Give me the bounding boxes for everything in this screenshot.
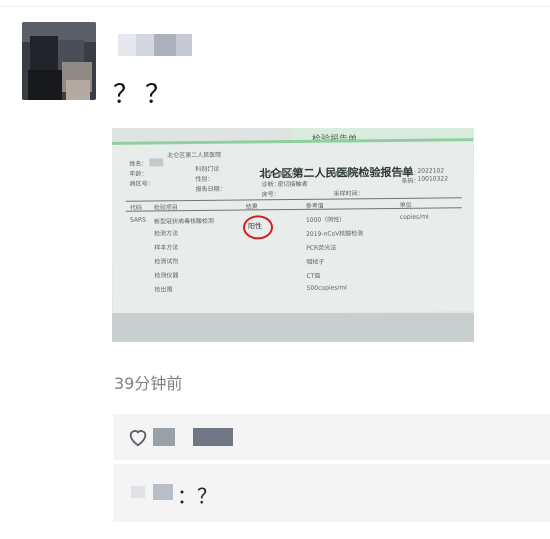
field-ward-label: 病区号：: [129, 180, 154, 188]
detail-value-2: PCR荧光法: [306, 244, 337, 252]
field-dept-value: 门诊: [207, 165, 220, 173]
detail-label-1: 检测方法: [154, 230, 179, 238]
heart-outline-icon[interactable]: [127, 426, 149, 448]
liker-name-blurred-2[interactable]: [193, 428, 233, 446]
row-unit: copies/ml: [399, 213, 429, 221]
detail-value-5: 500copies/ml: [306, 284, 347, 292]
lab-report-sheet: 北仑区第二人民医院 北仑区第二人民医院检验报告单 姓名： 年龄： 病区号： 科别…: [112, 138, 474, 315]
likes-panel: [113, 414, 550, 460]
commenter-name-blurred-1[interactable]: [131, 486, 145, 498]
detail-label-4: 检测仪器: [154, 272, 179, 280]
comment-text: ：？: [177, 484, 217, 508]
field-bed-label: 床号：: [261, 191, 280, 199]
field-diagnosis-value: 密切接触者: [277, 180, 308, 189]
report-header-left: 北仑区第二人民医院: [167, 151, 222, 160]
detail-label-3: 检测试剂: [154, 258, 179, 266]
divider: [0, 6, 550, 7]
photo-bottom-shadow: [112, 313, 474, 342]
post-photo[interactable]: 检验报告单 北仑区第二人民医院 北仑区第二人民医院检验报告单 姓名： 年龄： 病…: [112, 128, 474, 342]
detail-label-2: 样本方法: [154, 244, 179, 252]
field-report-date-label: 报告日期：: [195, 185, 226, 194]
patient-name-blur: [149, 158, 164, 167]
field-doctor-label: 申请医生：: [333, 170, 364, 178]
field-name-label: 姓名：: [129, 160, 148, 168]
field-sample-time-label: 采样时间：: [333, 190, 364, 198]
post-text: ？？: [113, 80, 178, 110]
moments-post: ？？ 检验报告单 北仑区第二人民医院 北仑区第二人民医院检验报告单 姓名： 年龄…: [0, 0, 550, 539]
detail-value-4: CT值: [306, 272, 321, 280]
avatar[interactable]: [22, 22, 96, 100]
row-code: SARS: [129, 216, 146, 224]
comments-panel: ：？: [113, 464, 550, 522]
detail-label-5: 检出限: [154, 286, 173, 294]
commenter-name-blurred-2[interactable]: [153, 484, 173, 500]
field-sex-label: 性别：: [195, 175, 214, 184]
row-test-item: 新型冠状病毒核酸检测: [153, 217, 214, 226]
field-age-label: 年龄：: [129, 170, 148, 178]
field-number-value: 2022102: [417, 167, 445, 175]
result-red-circle: [242, 215, 274, 240]
field-barcode-value: 10010322: [417, 175, 449, 183]
field-sample-value: 咽拭子: [277, 170, 296, 179]
liker-name-blurred-1[interactable]: [153, 428, 175, 446]
post-timestamp: 39分钟前: [114, 374, 183, 393]
username-blurred[interactable]: [118, 34, 198, 56]
row-reference: 1000（阴性）: [305, 216, 346, 224]
detail-value-1: 2019-nCoV核酸检测: [306, 230, 364, 238]
detail-value-3: 咽拭子: [306, 258, 325, 266]
